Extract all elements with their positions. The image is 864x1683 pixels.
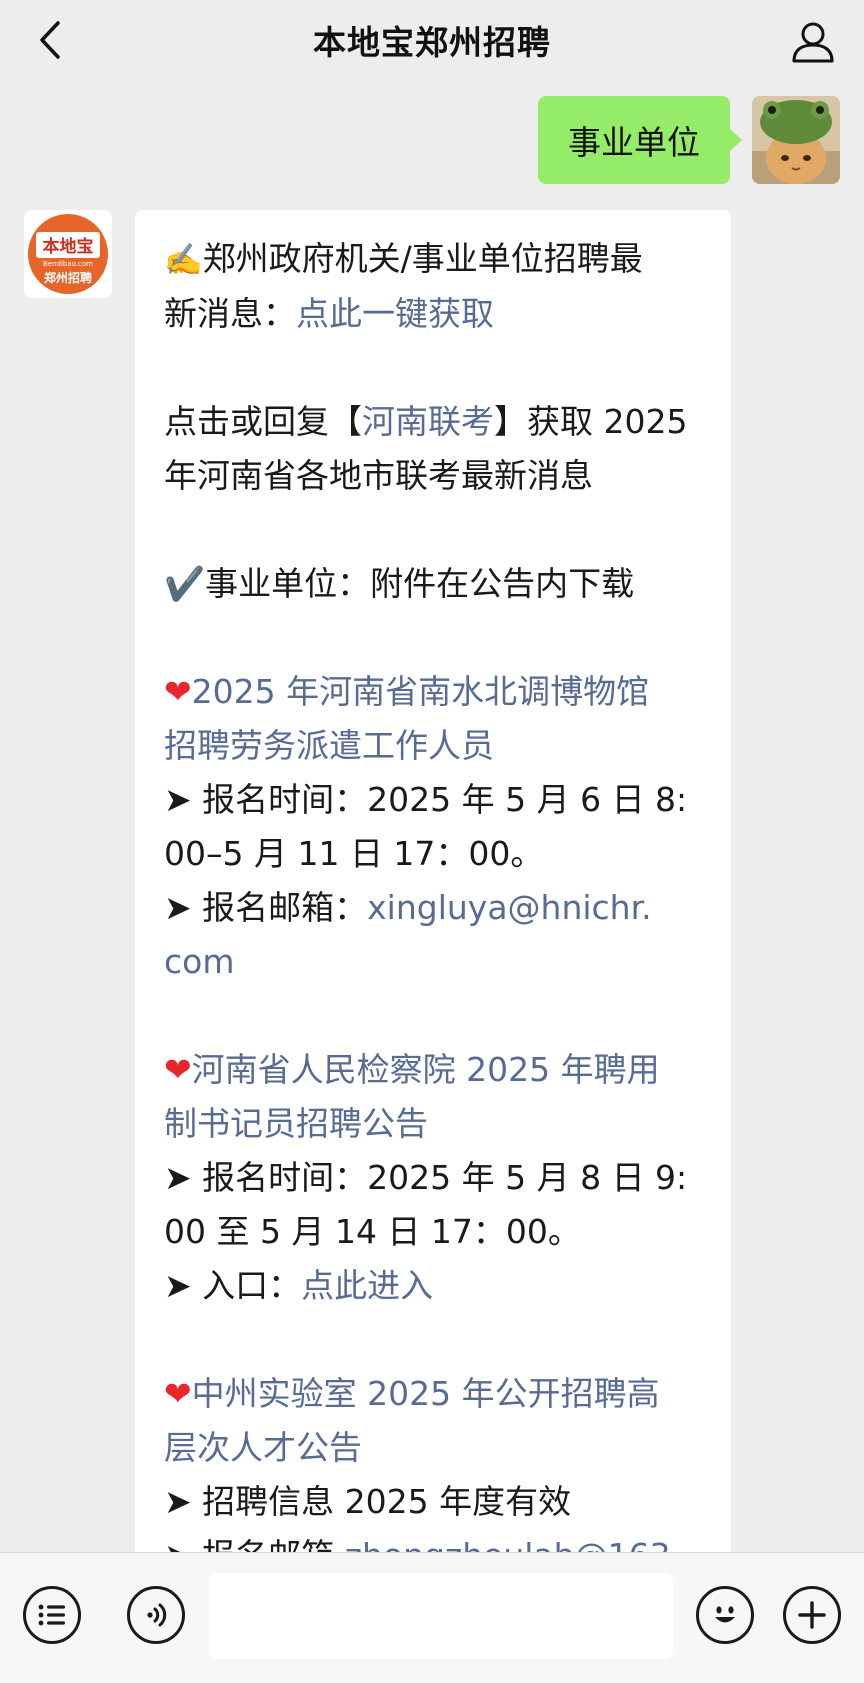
message-line: 点击或回复【河南联考】获取 2025: [164, 395, 703, 449]
message-text: 】获取 2025: [494, 402, 688, 441]
outgoing-message-text: 事业单位: [568, 123, 700, 162]
logo-text-bottom: 郑州招聘: [44, 270, 92, 285]
message-text: ➤ 入口：: [164, 1266, 302, 1305]
list-icon[interactable]: [23, 1586, 81, 1644]
message-text: 事业单位：附件在公告内下载: [205, 564, 635, 603]
avatar[interactable]: [752, 96, 840, 184]
job-detail: ➤ 报名时间：2025 年 5 月 6 日 8:: [164, 780, 688, 819]
job-detail: 00–5 月 11 日 17：00。: [164, 834, 544, 873]
input-bar: [0, 1552, 864, 1683]
job-link-1-continued[interactable]: 招聘劳务派遣工作人员: [164, 719, 703, 773]
person-icon[interactable]: [788, 16, 838, 66]
outgoing-message-row: 事业单位: [538, 96, 840, 188]
job-item-title: ❤河南省人民检察院 2025 年聘用: [164, 1043, 703, 1097]
message-text: 郑州政府机关/事业单位招聘最: [202, 239, 643, 278]
job-link-3-continued[interactable]: 层次人才公告: [164, 1421, 703, 1475]
smiley-icon[interactable]: [696, 1586, 754, 1644]
message-line: ✔️事业单位：附件在公告内下载: [164, 557, 703, 611]
job-detail: ➤ 报名时间：2025 年 5 月 8 日 9:: [164, 1158, 688, 1197]
job-link-2[interactable]: 河南省人民检察院 2025 年聘用: [192, 1050, 660, 1089]
sender-avatar[interactable]: 本地宝 Bendibao.com 郑州招聘: [24, 210, 112, 298]
job-item-title: ❤2025 年河南省南水北调博物馆: [164, 665, 703, 719]
message-line: 年河南省各地市联考最新消息: [164, 456, 593, 495]
writing-hand-icon: ✍️: [164, 242, 203, 278]
message-text: 点击或回复【: [164, 402, 362, 441]
job-link-2-continued[interactable]: 制书记员招聘公告: [164, 1097, 703, 1151]
job-detail: ➤ 招聘信息 2025 年度有效: [164, 1482, 572, 1521]
heart-icon: ❤: [164, 1050, 192, 1089]
logo-text-top: 本地宝: [43, 236, 94, 257]
henan-exam-link[interactable]: 河南联考: [362, 402, 494, 441]
message-line: ✍️郑州政府机关/事业单位招聘最: [164, 232, 703, 287]
get-latest-link[interactable]: 点此一键获取: [296, 294, 494, 333]
heart-icon: ❤: [164, 1374, 192, 1413]
chevron-left-icon[interactable]: [30, 18, 70, 62]
chat-header: 本地宝郑州招聘: [0, 0, 864, 80]
plus-icon[interactable]: [783, 1586, 841, 1644]
check-icon: ✔️: [164, 564, 206, 603]
outgoing-message-bubble[interactable]: 事业单位: [538, 96, 742, 184]
email-link-1-continued[interactable]: com: [164, 935, 703, 989]
job-detail: 00 至 5 月 14 日 17：00。: [164, 1212, 581, 1251]
message-text: ➤ 报名邮箱：: [164, 888, 368, 927]
message-line: 新消息：点此一键获取: [164, 287, 703, 341]
job-link-3[interactable]: 中州实验室 2025 年公开招聘高: [192, 1374, 660, 1413]
message-text: 新消息：: [164, 294, 296, 333]
job-link-1[interactable]: 2025 年河南省南水北调博物馆: [192, 672, 649, 711]
logo-text-domain: Bendibao.com: [43, 260, 93, 268]
heart-icon: ❤: [164, 672, 192, 711]
message-input[interactable]: [209, 1573, 673, 1659]
job-detail: ➤ 报名邮箱：xingluya@hnichr.: [164, 881, 703, 935]
chat-title: 本地宝郑州招聘: [313, 23, 551, 62]
incoming-message-bubble: ✍️郑州政府机关/事业单位招聘最 新消息：点此一键获取 点击或回复【河南联考】获…: [135, 210, 731, 1670]
entry-link[interactable]: 点此进入: [301, 1266, 433, 1305]
voice-icon[interactable]: [127, 1586, 185, 1644]
job-item-title: ❤中州实验室 2025 年公开招聘高: [164, 1367, 703, 1421]
email-link-1[interactable]: xingluya@hnichr.: [367, 888, 651, 927]
job-detail: ➤ 入口：点此进入: [164, 1259, 703, 1313]
